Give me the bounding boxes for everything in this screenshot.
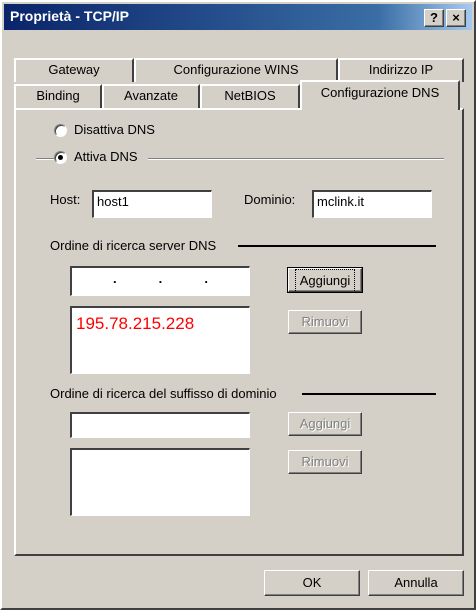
tab-wins[interactable]: Configurazione WINS	[134, 58, 338, 82]
suffix-order-rule	[302, 393, 436, 395]
enable-dns-radio[interactable]	[54, 151, 67, 164]
tab-advanced-label: Avanzate	[124, 88, 178, 103]
cancel-button[interactable]: Annulla	[368, 570, 464, 596]
cancel-label: Annulla	[394, 575, 438, 590]
suffix-order-heading: Ordine di ricerca del suffisso di domini…	[50, 386, 277, 401]
radio-selected-dot	[58, 155, 63, 160]
tab-dns-config-label: Configurazione DNS	[320, 85, 440, 100]
add-server-button[interactable]: Aggiungi	[287, 267, 363, 293]
ok-button[interactable]: OK	[264, 570, 360, 596]
tab-ip-address-label: Indirizzo IP	[368, 62, 434, 77]
tcpip-properties-dialog: Proprietà - TCP/IP ? × Gateway Configura…	[0, 0, 476, 610]
close-button[interactable]: ×	[446, 9, 466, 27]
remove-suffix-label: Rimuovi	[301, 454, 349, 469]
add-suffix-button[interactable]: Aggiungi	[288, 412, 362, 436]
help-button[interactable]: ?	[424, 9, 444, 27]
host-label: Host:	[50, 192, 81, 207]
enable-group-line-right	[148, 158, 444, 160]
suffix-input[interactable]	[70, 412, 250, 438]
tab-wins-label: Configurazione WINS	[173, 62, 299, 77]
dns-server-list[interactable]: 195.78.215.228	[70, 306, 250, 374]
help-icon: ?	[430, 10, 438, 25]
suffix-list[interactable]	[70, 448, 250, 516]
dns-server-entry[interactable]: 195.78.215.228	[76, 314, 245, 334]
remove-server-button[interactable]: Rimuovi	[288, 310, 362, 334]
server-order-heading: Ordine di ricerca server DNS	[50, 238, 217, 253]
close-icon: ×	[452, 10, 460, 25]
domain-label: Dominio:	[244, 192, 296, 207]
tab-gateway[interactable]: Gateway	[14, 58, 134, 82]
ok-label: OK	[302, 575, 322, 590]
tab-gateway-label: Gateway	[48, 62, 100, 77]
dns-config-panel: Disattiva DNS Attiva DNS Host: host1 Dom…	[14, 108, 464, 556]
ip-dot-2: .	[158, 271, 163, 286]
ip-dot-1: .	[113, 271, 117, 286]
add-suffix-label: Aggiungi	[299, 416, 351, 431]
tab-advanced[interactable]: Avanzate	[102, 84, 200, 108]
server-order-rule	[238, 245, 436, 247]
disable-dns-label: Disattiva DNS	[74, 122, 155, 137]
host-input[interactable]: host1	[92, 190, 212, 218]
enable-dns-label: Attiva DNS	[74, 149, 138, 164]
disable-dns-radio[interactable]	[54, 124, 67, 137]
remove-suffix-button[interactable]: Rimuovi	[288, 450, 362, 474]
tab-dns-config[interactable]: Configurazione DNS	[300, 80, 460, 110]
window-title: Proprietà - TCP/IP	[10, 8, 130, 24]
tab-netbios[interactable]: NetBIOS	[200, 84, 300, 108]
tab-netbios-label: NetBIOS	[224, 88, 276, 103]
tab-binding[interactable]: Binding	[14, 84, 102, 108]
dns-server-ip-input[interactable]: . . .	[70, 266, 250, 296]
domain-input[interactable]: mclink.it	[312, 190, 432, 218]
remove-server-label: Rimuovi	[301, 314, 349, 329]
tab-binding-label: Binding	[36, 88, 80, 103]
enable-group-line-left	[36, 158, 54, 160]
add-server-label: Aggiungi	[294, 269, 356, 293]
title-bar[interactable]: Proprietà - TCP/IP ? ×	[4, 4, 472, 30]
tab-ip-address[interactable]: Indirizzo IP	[338, 58, 464, 82]
ip-dot-3: .	[204, 271, 208, 286]
